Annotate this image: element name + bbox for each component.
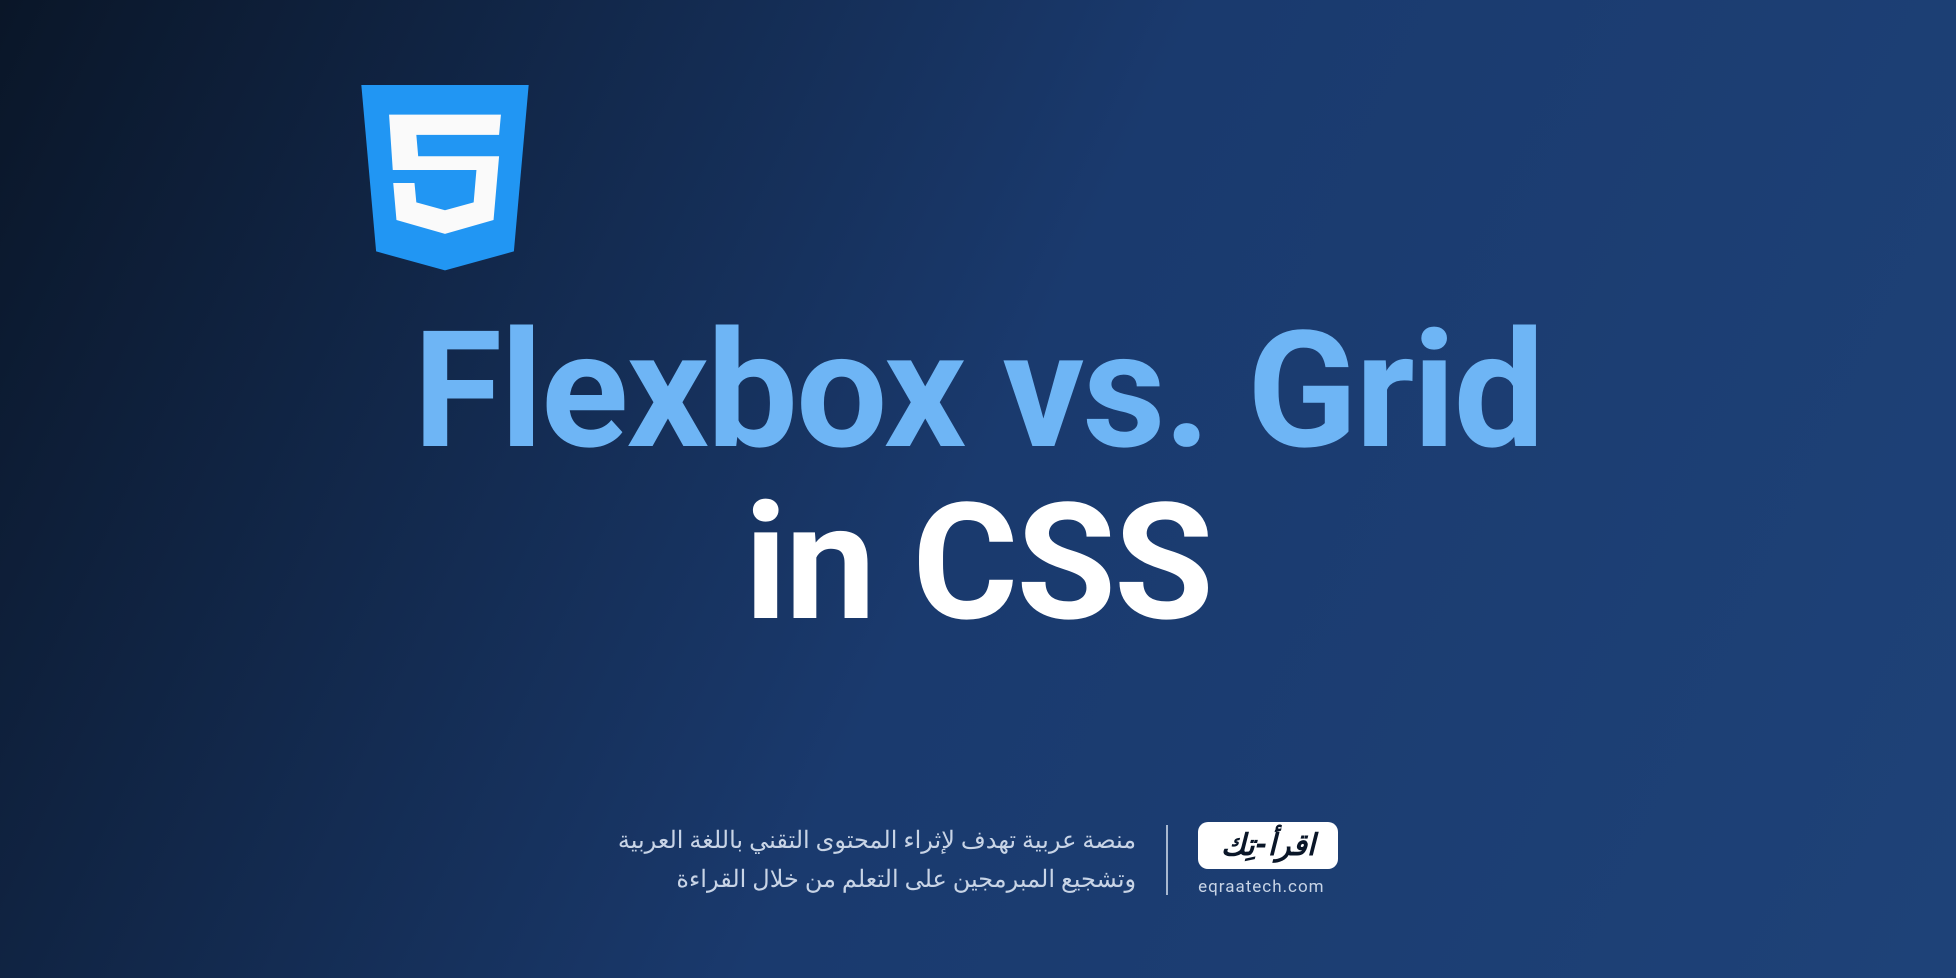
brand-badge: اقرأ-تِك (1198, 822, 1338, 869)
title-line-2: in CSS (0, 482, 1956, 644)
hero-banner: Flexbox vs. Grid in CSS منصة عربية تهدف … (0, 0, 1956, 978)
description-line-1: منصة عربية تهدف لإثراء المحتوى التقني با… (618, 821, 1136, 859)
brand-block: اقرأ-تِك eqraatech.com (1198, 822, 1338, 897)
footer-description: منصة عربية تهدف لإثراء المحتوى التقني با… (618, 821, 1136, 898)
vertical-divider (1166, 825, 1168, 895)
description-line-2: وتشجيع المبرمجين على التعلم من خلال القر… (618, 860, 1136, 898)
brand-name: اقرأ-تِك (1221, 828, 1315, 863)
css3-logo-icon (360, 85, 530, 275)
footer-section: منصة عربية تهدف لإثراء المحتوى التقني با… (0, 821, 1956, 898)
title-line-1: Flexbox vs. Grid (0, 310, 1956, 472)
brand-url: eqraatech.com (1198, 877, 1338, 897)
hero-title: Flexbox vs. Grid in CSS (0, 310, 1956, 644)
